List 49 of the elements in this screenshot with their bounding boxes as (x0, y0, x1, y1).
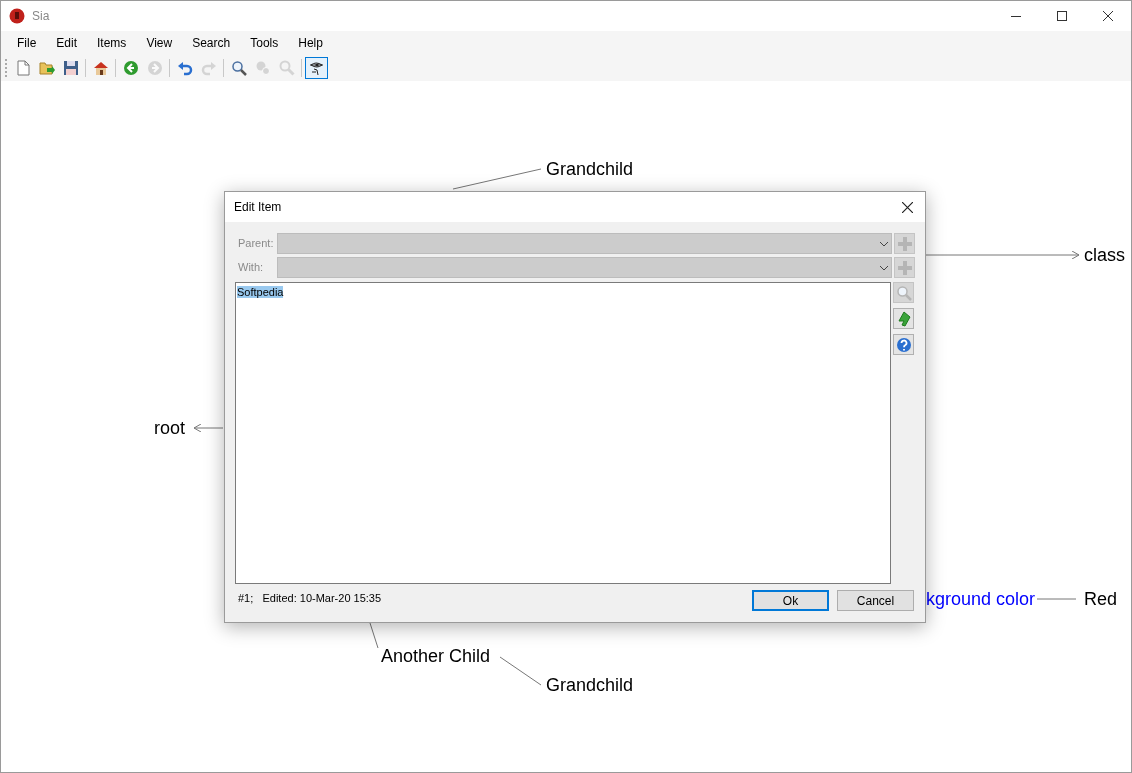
chevron-down-icon (879, 240, 889, 247)
menu-item[interactable]: Items (87, 31, 137, 55)
map-node[interactable]: Grandchild (546, 675, 634, 695)
search-icon (230, 60, 247, 76)
connector-line (499, 656, 542, 686)
menu-item[interactable]: Search (182, 31, 241, 55)
redo-icon (200, 60, 217, 76)
dialog-button[interactable]: Ok (752, 590, 829, 611)
app-logo-icon (9, 8, 25, 24)
dialog-title: Edit Item (234, 199, 282, 216)
plus-icon (896, 259, 913, 276)
menu-item[interactable]: View (136, 31, 183, 55)
menu-item[interactable]: Tools (240, 31, 289, 55)
status-text: #1; Edited: 10-Mar-20 15:35 (238, 591, 382, 606)
search-icon (895, 284, 912, 301)
close-icon (901, 201, 913, 213)
connector-arrow (193, 423, 224, 433)
new-document-icon (14, 60, 31, 76)
add-button[interactable] (894, 257, 915, 278)
field-label: With: (238, 260, 265, 276)
window-title: Sia (32, 8, 50, 25)
text-area-field[interactable]: Softpedia (235, 282, 891, 584)
connector-line (369, 622, 379, 649)
arrow-icon (895, 310, 912, 327)
map-node[interactable]: kground color (926, 589, 1036, 609)
map-node[interactable]: root (154, 418, 186, 438)
map-node[interactable]: Another Child (381, 646, 491, 666)
help-icon (895, 336, 912, 353)
map-node[interactable]: Red (1084, 589, 1118, 609)
folder-icon (38, 60, 55, 76)
menu-item[interactable]: Help (288, 31, 333, 55)
map-node[interactable]: Grandchild (546, 159, 634, 179)
connector-line (1036, 598, 1077, 600)
map-node[interactable]: class (1084, 245, 1125, 265)
field-label: Parent: (238, 236, 275, 252)
plus-icon (896, 235, 913, 252)
eye-icon (308, 60, 325, 76)
add-button[interactable] (894, 233, 915, 254)
chevron-down-icon (879, 264, 889, 271)
side-button[interactable] (893, 308, 914, 329)
menu-item[interactable]: Edit (46, 31, 88, 55)
close-icon (1103, 11, 1113, 21)
menu-item[interactable]: File (7, 31, 47, 55)
undo-icon (176, 60, 193, 76)
dialog-button[interactable]: Cancel (837, 590, 914, 611)
maximize-icon (1057, 11, 1067, 21)
toolbar-button[interactable] (305, 57, 328, 79)
house-icon (92, 60, 109, 76)
side-button[interactable] (893, 334, 914, 355)
